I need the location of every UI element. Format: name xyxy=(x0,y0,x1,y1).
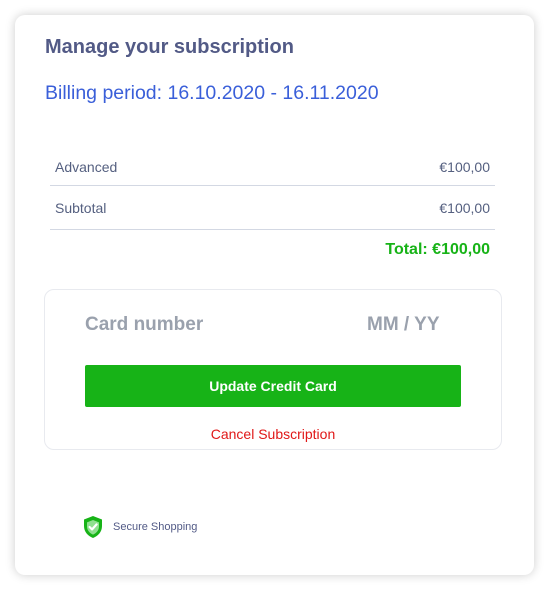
subtotal-label: Subtotal xyxy=(55,200,107,216)
secure-shopping-badge: Secure Shopping xyxy=(83,515,197,539)
subscription-card: Manage your subscription Billing period:… xyxy=(15,15,534,575)
page-title: Manage your subscription xyxy=(45,36,294,58)
payment-form: Update Credit Card Cancel Subscription xyxy=(44,289,502,450)
total-amount: Total: €100,00 xyxy=(385,241,490,258)
billing-period: Billing period: 16.10.2020 - 16.11.2020 xyxy=(45,82,379,104)
expiry-input[interactable] xyxy=(367,310,463,340)
line-item-advanced: Advanced €100,00 xyxy=(50,149,495,186)
secure-shopping-label: Secure Shopping xyxy=(113,521,198,533)
card-number-input[interactable] xyxy=(85,310,305,340)
shield-check-icon xyxy=(84,516,102,538)
line-item-amount: €100,00 xyxy=(439,159,490,175)
update-credit-card-button[interactable]: Update Credit Card xyxy=(85,365,461,407)
cancel-subscription-link[interactable]: Cancel Subscription xyxy=(45,426,501,442)
line-item-label: Advanced xyxy=(55,159,118,175)
line-item-subtotal: Subtotal €100,00 xyxy=(50,190,495,230)
subtotal-amount: €100,00 xyxy=(439,200,490,216)
